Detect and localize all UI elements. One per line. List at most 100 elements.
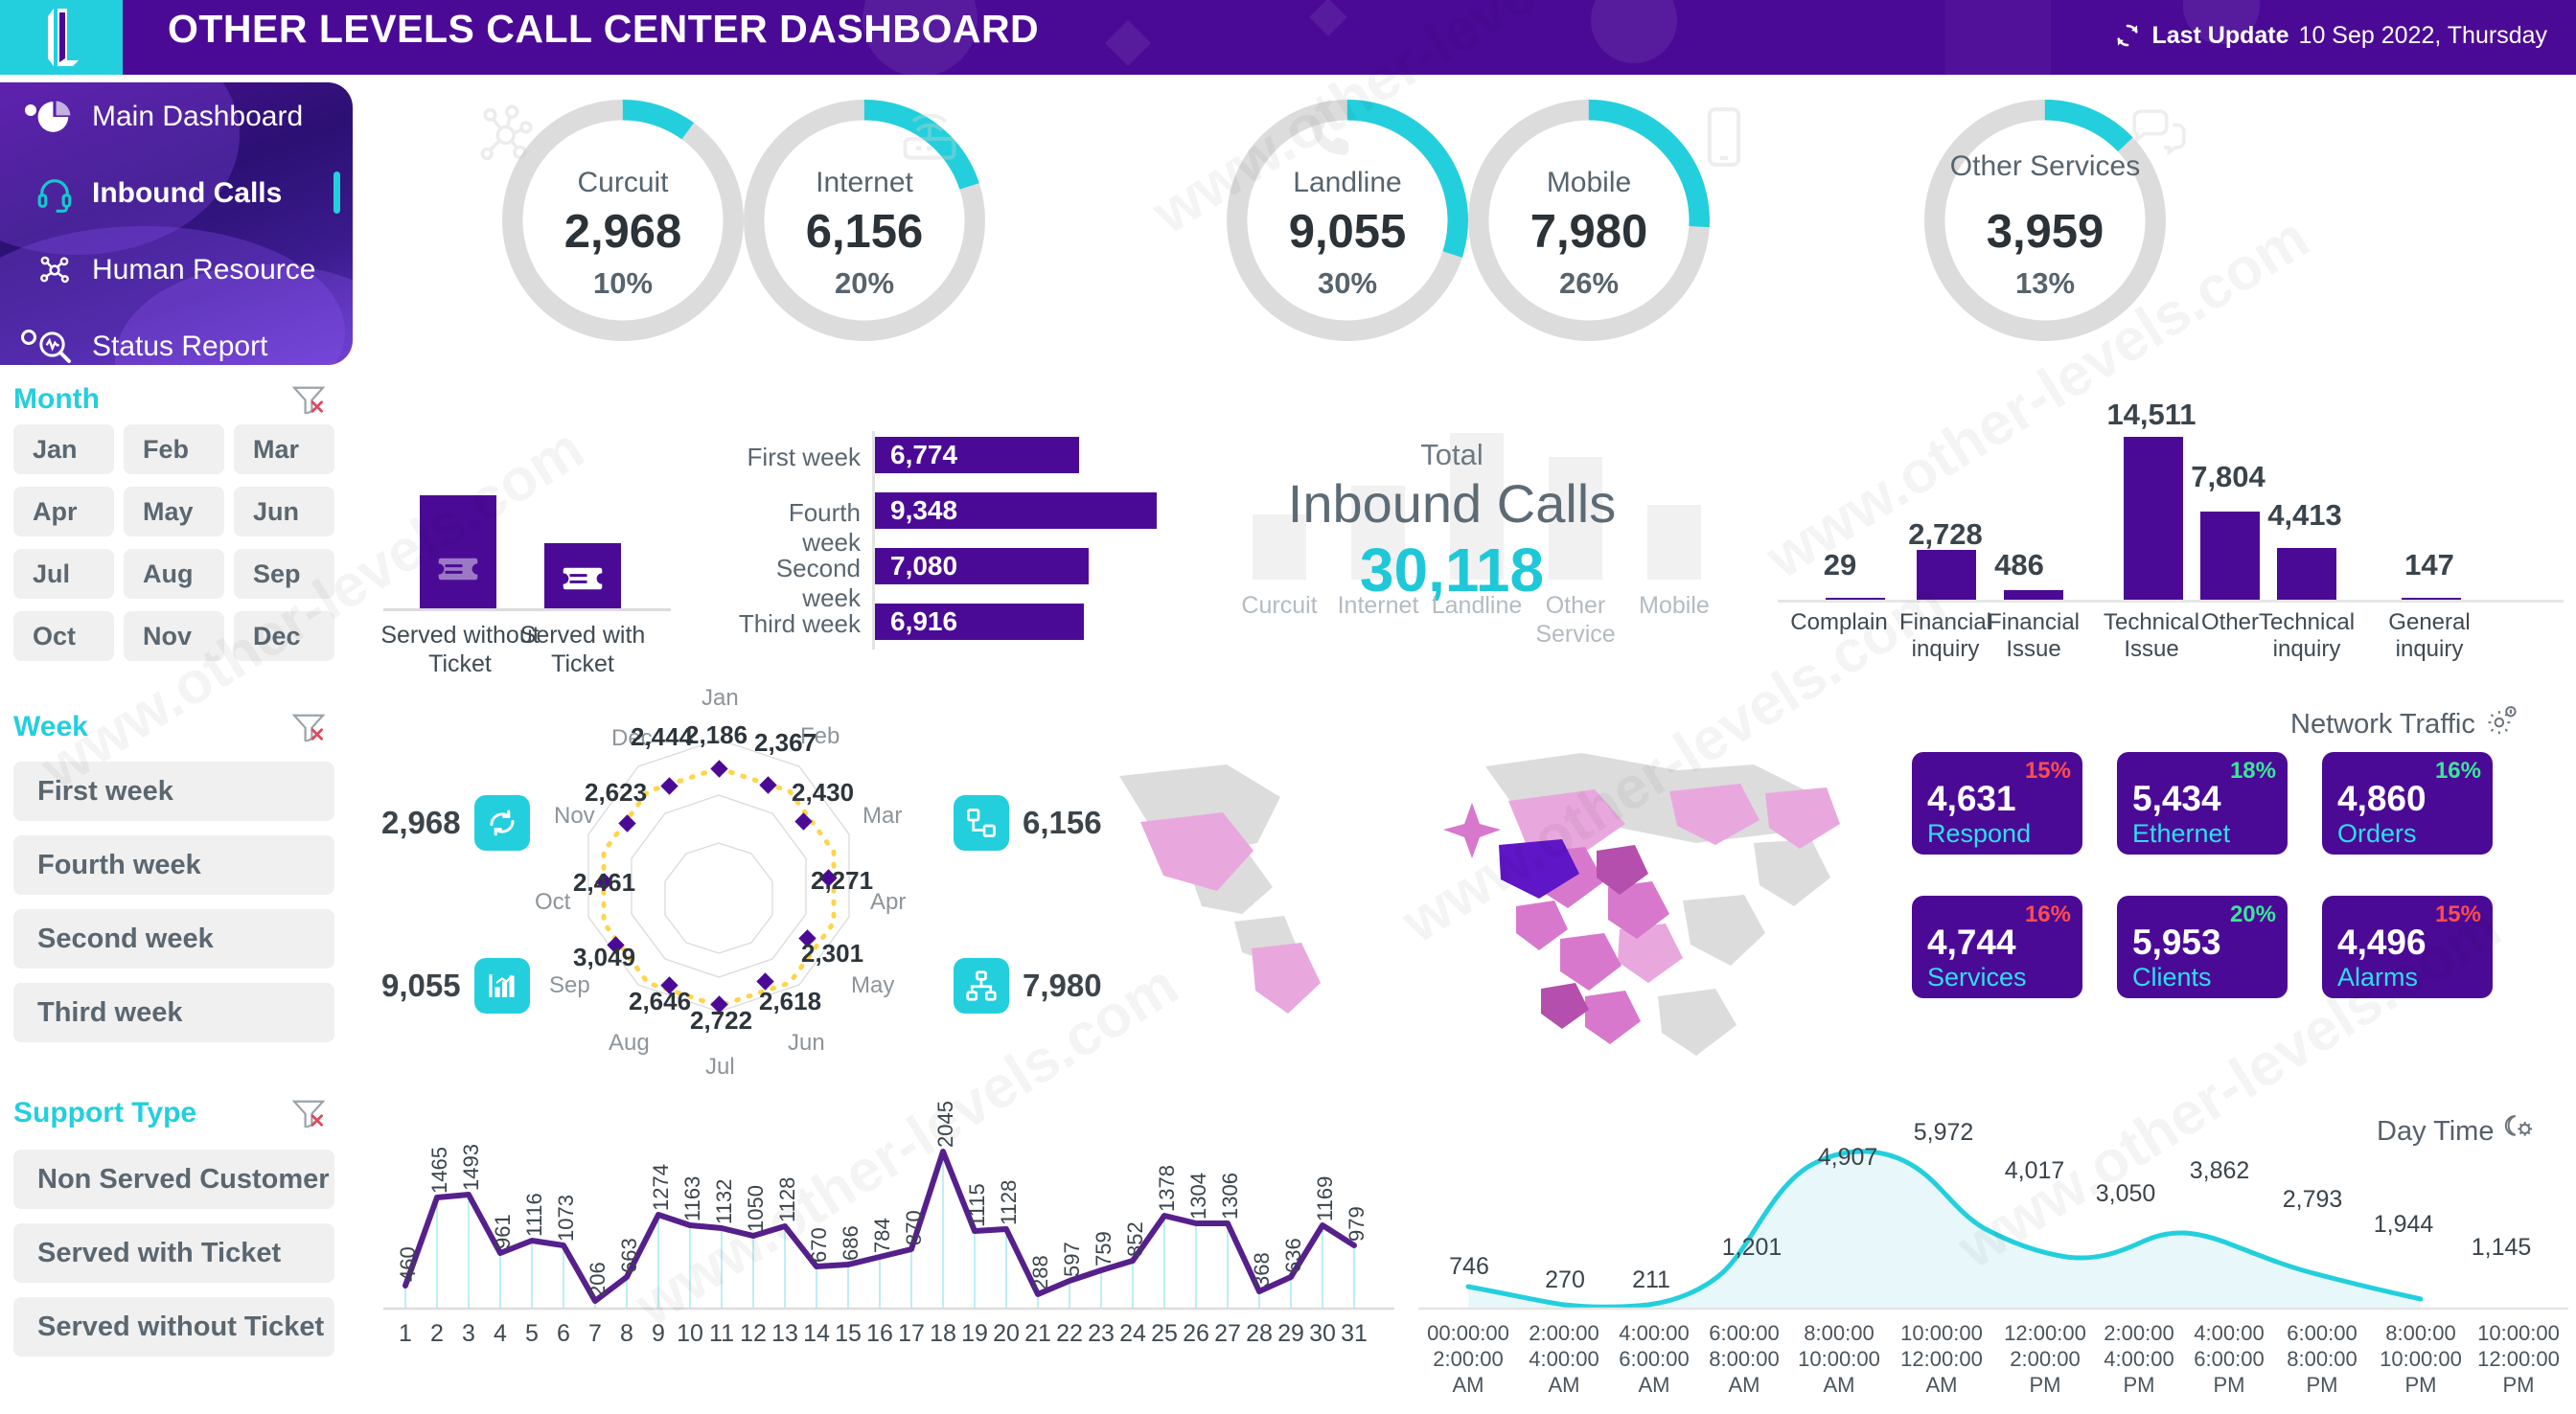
complaint-bar-complain[interactable] bbox=[1826, 598, 1885, 600]
week-bar-first[interactable]: 6,774 bbox=[875, 437, 1079, 473]
nt-card-orders[interactable]: 16% 4,860 Orders bbox=[2322, 752, 2493, 855]
radar-kpi-internet[interactable]: 6,156 bbox=[954, 795, 1102, 851]
daily-value-29: 636 bbox=[1281, 1238, 1305, 1273]
daily-day-22: 22 bbox=[1056, 1320, 1083, 1347]
total-category-label: Other Service bbox=[1535, 592, 1616, 648]
support-chip-non-served-customer[interactable]: Non Served Customer bbox=[13, 1150, 334, 1209]
complaint-bar-technical-inquiry[interactable] bbox=[2277, 548, 2336, 600]
chip-label: Third week bbox=[37, 996, 183, 1028]
month-chip-sep[interactable]: Sep bbox=[234, 549, 334, 599]
week-chip-third-week[interactable]: Third week bbox=[13, 983, 334, 1042]
radar-kpi-mobile[interactable]: 7,980 bbox=[954, 958, 1102, 1014]
month-chip-dec[interactable]: Dec bbox=[234, 611, 334, 661]
month-chip-nov[interactable]: Nov bbox=[124, 611, 224, 661]
tick-line-2: 10:00:00 bbox=[1798, 1347, 1880, 1371]
server-node-icon bbox=[954, 795, 1009, 851]
sidebar-item-main-dashboard[interactable]: Main Dashboard bbox=[34, 95, 303, 139]
tick-line-1: 4:00:00 bbox=[1619, 1321, 1690, 1345]
world-map[interactable] bbox=[1083, 709, 1840, 1092]
nt-card-alarms[interactable]: 15% 4,496 Alarms bbox=[2322, 896, 2493, 998]
daytime-value-1: 746 bbox=[1449, 1253, 1489, 1280]
chip-label: Jan bbox=[33, 434, 78, 464]
month-chip-feb[interactable]: Feb bbox=[124, 424, 224, 474]
complaint-category: Technical inquiry bbox=[2258, 609, 2356, 662]
month-chip-apr[interactable]: Apr bbox=[13, 487, 114, 536]
sidebar-item-inbound-calls[interactable]: Inbound Calls bbox=[34, 171, 282, 216]
week-chip-first-week[interactable]: First week bbox=[13, 762, 334, 821]
gauge-percent: 13% bbox=[2014, 266, 2076, 300]
support-chip-served-with-ticket[interactable]: Served with Ticket bbox=[13, 1223, 334, 1283]
month-chip-mar[interactable]: Mar bbox=[234, 424, 334, 474]
radar-month-sep: Sep bbox=[549, 972, 590, 998]
ticket-icon bbox=[438, 558, 478, 581]
daily-value-27: 1306 bbox=[1218, 1173, 1242, 1220]
week-chip-fourth-week[interactable]: Fourth week bbox=[13, 835, 334, 895]
daily-value-18: 2045 bbox=[933, 1101, 957, 1148]
daily-value-13: 1128 bbox=[775, 1176, 799, 1222]
month-chip-jun[interactable]: Jun bbox=[234, 487, 334, 536]
served-bar-without-ticket[interactable] bbox=[420, 495, 496, 608]
week-bar-second[interactable]: 7,080 bbox=[875, 548, 1089, 584]
nt-card-respond[interactable]: 15% 4,631 Respond bbox=[1912, 752, 2082, 855]
month-chip-jul[interactable]: Jul bbox=[13, 549, 114, 599]
total-category-label: Mobile bbox=[1639, 592, 1710, 619]
complaint-axis bbox=[1778, 600, 2564, 603]
daily-value-23: 759 bbox=[1092, 1231, 1116, 1266]
radar-kpi-curcuit[interactable]: 2,968 bbox=[381, 795, 530, 851]
nt-card-clients[interactable]: 20% 5,953 Clients bbox=[2117, 896, 2288, 998]
app-logo[interactable] bbox=[0, 0, 123, 75]
month-chip-jan[interactable]: Jan bbox=[13, 424, 114, 474]
sidebar-item-status-report[interactable]: Status Report bbox=[34, 325, 267, 365]
daytime-tick-8: 2:00:00 4:00:00 PM bbox=[2089, 1320, 2189, 1398]
bar-growth-icon bbox=[473, 958, 530, 1014]
clear-filter-icon-week[interactable] bbox=[291, 713, 326, 743]
dashboard-root: OTHER LEVELS CALL CENTER DASHBOARD Last … bbox=[0, 0, 2576, 1414]
gauge-percent: 26% bbox=[1558, 266, 1620, 300]
gauge-card-mobile[interactable]: Mobile 7,980 26% bbox=[1460, 92, 1717, 349]
daily-day-16: 16 bbox=[866, 1320, 893, 1347]
nt-card-percent: 18% bbox=[2229, 758, 2276, 784]
tick-line-3: PM bbox=[2306, 1373, 2338, 1397]
daily-day-13: 13 bbox=[771, 1320, 798, 1347]
ticket-icon bbox=[563, 567, 603, 590]
tick-line-1: 8:00:00 bbox=[1804, 1321, 1874, 1345]
gauge-percent: 30% bbox=[1317, 266, 1378, 300]
daytime-value-2: 270 bbox=[1545, 1266, 1585, 1293]
radar-value-dec: 2,444 bbox=[631, 722, 694, 751]
sidebar-item-human-resource[interactable]: Human Resource bbox=[34, 248, 315, 292]
daytime-area-chart: 746 270 211 1,201 4,907 5,972 4,017 3,05… bbox=[1418, 1111, 2568, 1408]
served-axis bbox=[383, 608, 671, 611]
daily-day-6: 6 bbox=[557, 1320, 570, 1347]
nt-card-services[interactable]: 16% 4,744 Services bbox=[1912, 896, 2082, 998]
clear-filter-icon-month[interactable] bbox=[291, 385, 326, 416]
complaint-bar-financial-issue[interactable] bbox=[2004, 590, 2063, 600]
month-chip-aug[interactable]: Aug bbox=[124, 549, 224, 599]
headset-icon bbox=[34, 173, 75, 214]
support-chip-served-without-ticket[interactable]: Served without Ticket bbox=[13, 1297, 334, 1357]
daily-day-10: 10 bbox=[677, 1320, 703, 1347]
served-category-label: Served with Ticket bbox=[519, 622, 646, 677]
week-chip-second-week[interactable]: Second week bbox=[13, 909, 334, 969]
week-bar-fourth[interactable]: 9,348 bbox=[875, 492, 1157, 529]
week-bar-third[interactable]: 6,916 bbox=[875, 604, 1084, 640]
daily-day-24: 24 bbox=[1119, 1320, 1146, 1347]
chip-label: First week bbox=[37, 775, 173, 807]
clear-filter-icon-support[interactable] bbox=[291, 1099, 326, 1129]
radar-kpi-landline[interactable]: 9,055 bbox=[381, 958, 530, 1014]
month-chip-oct[interactable]: Oct bbox=[13, 611, 114, 661]
tick-line-1: 10:00:00 bbox=[2477, 1321, 2560, 1345]
served-bar-with-ticket[interactable] bbox=[544, 543, 621, 608]
header-deco-diamond bbox=[1104, 19, 1152, 67]
daily-day-12: 12 bbox=[740, 1320, 767, 1347]
tick-line-2: 2:00:00 bbox=[1433, 1347, 1504, 1371]
radar-month-aug: Aug bbox=[609, 1030, 650, 1056]
month-chip-may[interactable]: May bbox=[124, 487, 224, 536]
total-category-label: Internet bbox=[1337, 592, 1419, 619]
complaint-value: 29 bbox=[1823, 548, 1857, 582]
tick-line-3: PM bbox=[2029, 1373, 2061, 1397]
daytime-value-10: 2,793 bbox=[2282, 1186, 2343, 1213]
radar-value-jun: 2,618 bbox=[759, 987, 822, 1015]
complaint-bar-general-inquiry[interactable] bbox=[2402, 598, 2461, 600]
radar-month-apr: Apr bbox=[870, 889, 907, 915]
nt-card-ethernet[interactable]: 18% 5,434 Ethernet bbox=[2117, 752, 2288, 855]
